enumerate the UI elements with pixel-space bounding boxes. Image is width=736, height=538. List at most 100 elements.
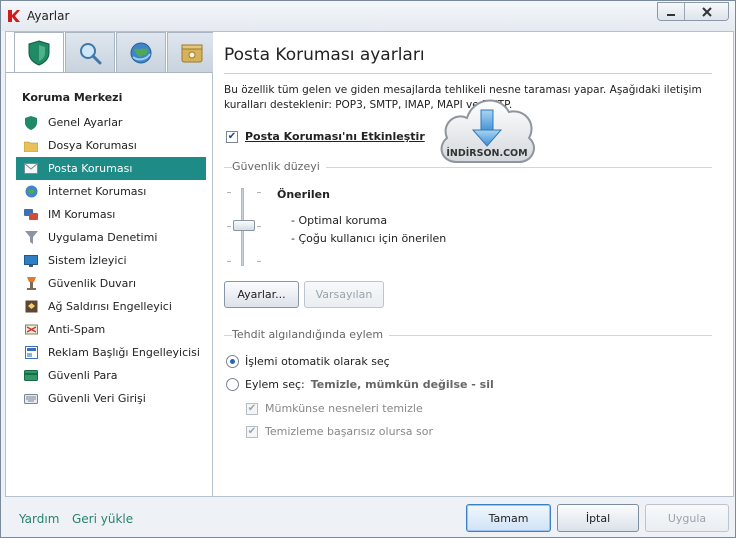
security-level-name: Önerilen xyxy=(277,188,330,201)
sidebar-item-label: Ağ Saldırısı Engelleyici xyxy=(48,300,172,313)
enable-mail-protection-row[interactable]: ✔ Posta Koruması'nı Etkinleştir xyxy=(226,130,425,143)
ad-block-icon xyxy=(24,346,38,360)
shield-icon xyxy=(24,115,38,130)
kaspersky-logo-icon xyxy=(8,10,20,22)
left-navigation-pane: Koruma Merkezi Genel Ayarlar Dosya Korum… xyxy=(5,31,217,497)
slider-tick xyxy=(257,192,261,193)
sidebar-item-general[interactable]: Genel Ayarlar xyxy=(16,111,206,134)
slider-tick xyxy=(227,261,231,262)
slider-tick xyxy=(257,226,261,227)
security-level-detail: - Optimal koruma xyxy=(291,214,388,227)
sidebar-item-network-attack-blocker[interactable]: Ağ Saldırısı Engelleyici xyxy=(16,295,206,318)
sidebar-item-label: Güvenli Veri Girişi xyxy=(48,392,146,405)
sidebar-item-label: Anti-Spam xyxy=(48,323,106,336)
radio-auto-action-label: İşlemi otomatik olarak seç xyxy=(245,355,390,368)
sidebar-item-label: Genel Ayarlar xyxy=(48,116,123,129)
sidebar-item-label: Güvenli Para xyxy=(48,369,118,382)
sidebar-item-safe-money[interactable]: Güvenli Para xyxy=(16,364,206,387)
sidebar-item-label: Dosya Koruması xyxy=(48,139,137,152)
apply-button[interactable]: Uygula xyxy=(645,504,729,532)
disinfect-checkbox[interactable]: ✔ xyxy=(246,402,258,415)
safe-tab-icon xyxy=(181,44,203,62)
slider-tick xyxy=(227,192,231,193)
mail-icon xyxy=(24,162,38,176)
ask-on-fail-checkbox[interactable]: ✔ xyxy=(246,425,258,438)
tabs-divider xyxy=(6,72,212,73)
title-bar: Ayarlar xyxy=(1,1,735,31)
shield-tab-icon xyxy=(28,40,50,66)
sidebar-item-mail-protection[interactable]: Posta Koruması xyxy=(16,157,206,180)
enable-mail-protection-label: Posta Koruması'nı Etkinleştir xyxy=(245,130,425,143)
network-icon xyxy=(24,300,38,314)
slider-tick xyxy=(257,261,261,262)
sidebar-item-firewall[interactable]: Güvenlik Duvarı xyxy=(16,272,206,295)
security-level-group-label: Güvenlik düzeyi xyxy=(232,160,326,173)
magnifier-tab-icon xyxy=(80,42,102,64)
sidebar-item-anti-spam[interactable]: Anti-Spam xyxy=(16,318,206,341)
sidebar-item-secure-keyboard[interactable]: Güvenli Veri Girişi xyxy=(16,387,206,410)
security-level-detail: - Çoğu kullanıcı için önerilen xyxy=(291,232,447,245)
radio-select-action-row[interactable]: Eylem seç: Temizle, mümkün değilse - sil xyxy=(226,378,494,391)
cancel-button[interactable]: İptal xyxy=(557,504,639,532)
sidebar-item-web-protection[interactable]: İnternet Koruması xyxy=(16,180,206,203)
sidebar-item-label: Sistem İzleyici xyxy=(48,254,127,267)
watermark-text: İNDİRSON.COM xyxy=(446,148,528,159)
help-link[interactable]: Yardım xyxy=(19,512,59,526)
sidebar-menu: Genel Ayarlar Dosya Koruması Posta Korum… xyxy=(16,111,206,410)
globe-tab-icon xyxy=(130,42,152,63)
tab-scan[interactable] xyxy=(65,32,115,72)
sidebar-item-label: IM Koruması xyxy=(48,208,116,221)
close-button[interactable] xyxy=(684,3,728,20)
sidebar-item-label: Uygulama Denetimi xyxy=(48,231,158,244)
folder-icon xyxy=(24,139,38,153)
category-tabs xyxy=(14,32,218,73)
watermark: İNDİRSON.COM xyxy=(435,84,539,170)
antispam-icon xyxy=(24,323,38,337)
minimize-button[interactable] xyxy=(658,3,684,20)
sidebar-item-file-protection[interactable]: Dosya Koruması xyxy=(16,134,206,157)
keyboard-icon xyxy=(24,392,38,406)
sidebar-item-label: İnternet Koruması xyxy=(48,185,147,198)
default-button[interactable]: Varsayılan xyxy=(304,281,384,308)
radio-select-action[interactable] xyxy=(226,378,239,391)
tab-update[interactable] xyxy=(116,32,166,72)
ask-on-fail-label: Temizleme başarısız olursa sor xyxy=(265,425,434,438)
settings-button[interactable]: Ayarlar... xyxy=(224,281,299,308)
ask-on-fail-row[interactable]: ✔ Temizleme başarısız olursa sor xyxy=(246,425,433,438)
tab-protection[interactable] xyxy=(14,32,64,73)
ok-button[interactable]: Tamam xyxy=(466,504,551,532)
sidebar-item-im-protection[interactable]: IM Koruması xyxy=(16,203,206,226)
section-title: Koruma Merkezi xyxy=(22,91,123,104)
radio-selected-dot xyxy=(230,359,235,364)
security-level-slider-thumb[interactable] xyxy=(233,220,255,231)
settings-window: Ayarlar Koruma Merkezi Genel Ayarlar Dos… xyxy=(0,0,736,538)
sidebar-item-ad-blocker[interactable]: Reklam Başlığı Engelleyicisi xyxy=(16,341,206,364)
tab-extra[interactable] xyxy=(167,32,217,72)
funnel-icon xyxy=(24,231,38,245)
disinfect-label: Mümkünse nesneleri temizle xyxy=(265,402,423,415)
radio-select-action-label: Eylem seç: xyxy=(245,378,305,391)
radio-auto-action-row[interactable]: İşlemi otomatik olarak seç xyxy=(226,355,390,368)
disinfect-row[interactable]: ✔ Mümkünse nesneleri temizle xyxy=(246,402,423,415)
firewall-icon xyxy=(24,277,38,291)
sidebar-item-label: Posta Koruması xyxy=(48,162,133,175)
enable-mail-protection-checkbox[interactable]: ✔ xyxy=(226,130,238,143)
selected-action-value: Temizle, mümkün değilse - sil xyxy=(310,378,494,391)
radio-auto-action[interactable] xyxy=(226,355,239,368)
sidebar-item-system-watcher[interactable]: Sistem İzleyici xyxy=(16,249,206,272)
globe-icon xyxy=(24,185,38,199)
sidebar-item-label: Reklam Başlığı Engelleyicisi xyxy=(48,346,200,359)
slider-tick xyxy=(227,226,231,227)
chat-icon xyxy=(24,208,38,222)
restore-link[interactable]: Geri yükle xyxy=(72,512,133,526)
sidebar-item-app-control[interactable]: Uygulama Denetimi xyxy=(16,226,206,249)
minimize-icon xyxy=(667,14,675,16)
settings-content-pane: Posta Koruması ayarları Bu özellik tüm g… xyxy=(213,31,734,497)
title-divider xyxy=(224,73,712,74)
page-title: Posta Koruması ayarları xyxy=(224,45,425,65)
close-icon xyxy=(701,7,712,17)
threat-action-group-label: Tehdit algılandığında eylem xyxy=(232,328,390,341)
money-icon xyxy=(24,369,38,383)
monitor-icon xyxy=(24,254,38,268)
sidebar-item-label: Güvenlik Duvarı xyxy=(48,277,136,290)
